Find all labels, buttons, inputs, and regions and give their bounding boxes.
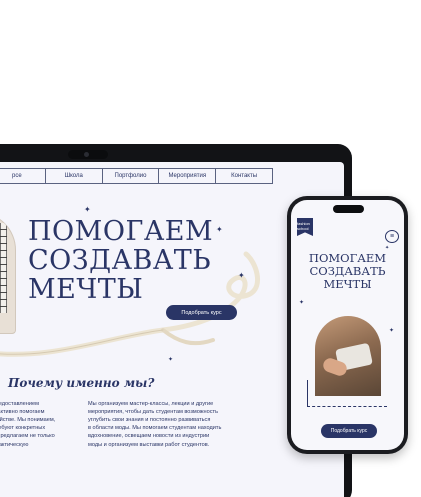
phone-hero-line-1: ПОМОГАЕМ [308, 251, 387, 265]
school-logo-text: fashion school [297, 221, 310, 231]
sparkle-icon: ✦ [168, 357, 174, 363]
sparkle-icon: ✦ [84, 205, 91, 214]
sewing-machine-image [315, 316, 381, 396]
sparkle-icon: ✦ [385, 245, 390, 251]
dynamic-island [333, 205, 364, 213]
top-navbar: рсе Школа Портфолио Мероприятия Контакты [0, 168, 273, 184]
plaid-garment-overlay [0, 223, 7, 313]
phone-hero-line-2: СОЗДАВАТЬ [309, 263, 386, 278]
school-logo[interactable]: fashion school [297, 218, 313, 236]
camera-icon [84, 152, 89, 157]
hero-title-line-3: МЕЧТЫ [28, 274, 144, 306]
sparkle-icon: ✦ [238, 271, 245, 280]
nav-item-events[interactable]: Мероприятия [158, 169, 215, 183]
sparkle-icon: ✦ [216, 225, 223, 234]
nav-item-school[interactable]: Школа [44, 169, 102, 183]
nav-item-courses[interactable]: рсе [0, 169, 45, 183]
nav-item-portfolio[interactable]: Портфолио [101, 169, 159, 183]
phone-hero-line-3: МЕЧТЫ [323, 276, 372, 291]
about-text-left: о предоставлением о и активно помогаем с… [0, 401, 56, 448]
phone-hero-title: ПОМОГАЕМ СОЗДАВАТЬ МЕЧТЫ [291, 252, 404, 291]
hero-title-line-1: ПОМОГАЕМ [28, 216, 214, 247]
hero-title: ПОМОГАЕМ СОЗДАВАТЬ МЕЧТЫ [28, 216, 214, 306]
mockup-scene: рсе Школа Портфолио Мероприятия Контакты… [0, 0, 421, 497]
choose-course-button[interactable]: Подобрать курс [166, 305, 237, 320]
sparkle-icon: ✦ [389, 328, 395, 334]
phone-device: fashion school ≡ ПОМОГАЕМ СОЗДАВАТЬ МЕЧТ… [287, 196, 408, 454]
phone-choose-course-button[interactable]: Подобрать курс [321, 424, 377, 438]
hero-image [0, 212, 16, 334]
hero-title-line-2: СОЗДАВАТЬ [28, 245, 212, 277]
sparkle-icon: ✦ [299, 300, 305, 306]
menu-icon[interactable]: ≡ [385, 230, 399, 243]
phone-screen: fashion school ≡ ПОМОГАЕМ СОЗДАВАТЬ МЕЧТ… [291, 200, 404, 450]
frame-line-horizontal [307, 406, 387, 408]
nav-item-contacts[interactable]: Контакты [215, 169, 272, 183]
frame-line-vertical [307, 380, 308, 406]
about-text-right: Мы организуем мастер-классы, лекции и др… [88, 401, 222, 448]
why-us-heading: Почему именно мы? [8, 376, 155, 390]
